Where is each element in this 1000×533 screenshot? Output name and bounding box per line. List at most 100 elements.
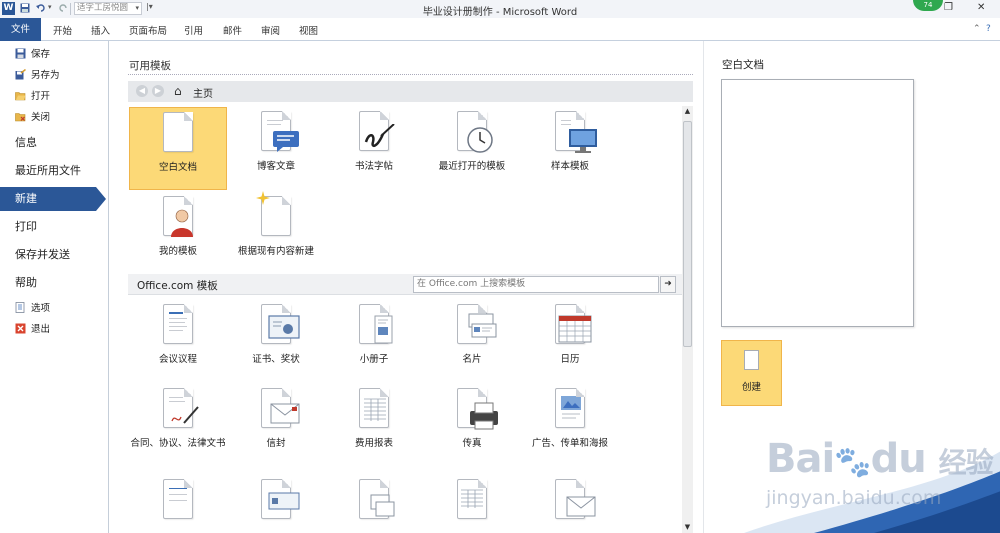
tile-label: 费用报表 [354, 438, 393, 449]
tab-view[interactable]: 视图 [299, 23, 318, 37]
document-template-icon [359, 479, 395, 519]
home-link[interactable]: 主页 [193, 85, 213, 100]
new-document-icon [744, 350, 759, 370]
template-certificate[interactable]: 证书、奖状 [227, 304, 325, 366]
template-row3-4[interactable] [423, 479, 521, 519]
scroll-down-icon[interactable]: ▼ [682, 522, 693, 533]
nav-help[interactable]: 帮助 [0, 271, 109, 295]
open-folder-icon [15, 92, 26, 101]
tile-label: 传真 [462, 438, 482, 449]
tab-file[interactable]: 文件 [0, 18, 41, 41]
template-row3-3[interactable] [325, 479, 423, 519]
template-search-input[interactable]: 在 Office.com 上搜索模板 [413, 276, 659, 293]
template-samples[interactable]: 样本模板 [521, 111, 619, 173]
template-recent[interactable]: 最近打开的模板 [423, 111, 521, 173]
template-envelope[interactable]: 信封 [227, 388, 325, 450]
template-calendar[interactable]: 日历 [521, 304, 619, 366]
tile-label: 信封 [266, 438, 286, 449]
tab-mailings[interactable]: 邮件 [223, 23, 242, 37]
tab-home[interactable]: 开始 [53, 23, 72, 37]
template-fax[interactable]: 传真 [423, 388, 521, 450]
available-templates-title: 可用模板 [129, 60, 171, 72]
nav-print[interactable]: 打印 [0, 215, 109, 239]
nav-options[interactable]: 选项 [15, 302, 50, 316]
document-preview [721, 79, 914, 327]
template-row3-5[interactable] [521, 479, 619, 519]
restore-icon[interactable]: ❐ [944, 2, 953, 13]
close-folder-icon [15, 113, 26, 122]
templates-scrollbar[interactable]: ▲ ▼ [682, 106, 693, 533]
contract-icon [163, 388, 199, 428]
expense-report-icon [359, 388, 389, 428]
document-template-icon [555, 479, 596, 519]
tile-label: 日历 [560, 354, 580, 365]
office-templates-header: Office.com 模板 在 Office.com 上搜索模板 ➜ [128, 274, 693, 295]
template-new-from-existing[interactable]: 根据现有内容新建 [227, 191, 325, 258]
tile-label: 会议议程 [158, 354, 197, 365]
calendar-icon [555, 304, 592, 344]
preview-title: 空白文档 [722, 59, 764, 71]
certificate-icon [261, 304, 300, 344]
tile-label: 空白文档 [158, 162, 197, 173]
agenda-icon [163, 304, 193, 344]
tab-page-layout[interactable]: 页面布局 [129, 23, 167, 37]
template-navbar: ◀ ▶ ⌂ 主页 [128, 81, 693, 102]
nav-info[interactable]: 信息 [0, 131, 109, 155]
template-business-card[interactable]: 名片 [423, 304, 521, 366]
office-templates-title: Office.com 模板 [137, 280, 218, 292]
nav-save-label: 保存 [31, 49, 51, 60]
tab-references[interactable]: 引用 [184, 23, 203, 37]
template-blog-post[interactable]: 博客文章 [227, 111, 325, 173]
template-calligraphy[interactable]: 书法字帖 [325, 111, 423, 173]
forward-arrow-icon[interactable]: ▶ [152, 85, 164, 97]
close-icon[interactable]: ✕ [977, 2, 985, 13]
nav-save[interactable]: 保存 [15, 48, 50, 62]
save-icon [15, 48, 26, 59]
watermark-url: jingyan.baidu.com [766, 487, 942, 509]
options-icon [15, 302, 25, 313]
tile-label: 广告、传单和海报 [531, 438, 608, 449]
home-icon[interactable]: ⌂ [174, 84, 182, 98]
tab-insert[interactable]: 插入 [91, 23, 110, 37]
preview-panel: 空白文档 创建 Bai🐾du 经验 jingyan.baidu.com [703, 41, 1000, 533]
template-expense-report[interactable]: 费用报表 [325, 388, 423, 450]
search-go-icon[interactable]: ➜ [660, 276, 676, 293]
watermark-brand: Bai [766, 436, 835, 482]
scroll-thumb[interactable] [683, 121, 692, 347]
tab-review[interactable]: 审阅 [261, 23, 280, 37]
template-blank-document[interactable]: 空白文档 [129, 107, 227, 190]
template-agenda[interactable]: 会议议程 [129, 304, 227, 366]
nav-new[interactable]: 新建 [0, 187, 106, 211]
document-template-icon [457, 479, 487, 519]
templates-panel: 可用模板 ◀ ▶ ⌂ 主页 空白文档 博客文章 书法字帖 最近打开的模板 样本模… [110, 41, 703, 533]
template-my-templates[interactable]: 我的模板 [129, 196, 227, 258]
document-template-icon [261, 479, 300, 519]
ribbon-collapse-icon[interactable]: ⌃ [973, 24, 981, 34]
recent-templates-icon [457, 111, 493, 153]
tile-label: 我的模板 [158, 246, 197, 257]
template-contract[interactable]: 合同、协议、法律文书 [129, 388, 227, 450]
title-bar: W ▾ 适字工房悦圆 ▾ |▾ 毕业设计册制作 - Microsoft Word… [0, 0, 1000, 18]
tile-label: 书法字帖 [354, 161, 393, 172]
envelope-icon [261, 388, 300, 428]
document-template-icon [163, 479, 193, 519]
section-divider [128, 74, 693, 75]
nav-recent[interactable]: 最近所用文件 [0, 159, 109, 183]
template-brochure[interactable]: 小册子 [325, 304, 423, 366]
sample-templates-icon [555, 111, 597, 153]
nav-open[interactable]: 打开 [15, 90, 50, 104]
nav-close[interactable]: 关闭 [15, 111, 50, 125]
nav-exit-label: 退出 [31, 324, 51, 335]
template-flyer[interactable]: 广告、传单和海报 [521, 388, 619, 450]
scroll-up-icon[interactable]: ▲ [682, 106, 693, 117]
nav-exit[interactable]: 退出 [15, 323, 50, 337]
nav-open-label: 打开 [31, 91, 51, 102]
nav-save-as[interactable]: 另存为 [15, 69, 60, 83]
tile-label: 小册子 [359, 354, 389, 365]
template-row3-2[interactable] [227, 479, 325, 519]
back-arrow-icon[interactable]: ◀ [136, 85, 148, 97]
template-row3-1[interactable] [129, 479, 227, 519]
nav-save-send[interactable]: 保存并发送 [0, 243, 109, 267]
tile-label: 根据现有内容新建 [237, 246, 314, 257]
help-icon[interactable]: ? [986, 24, 991, 34]
